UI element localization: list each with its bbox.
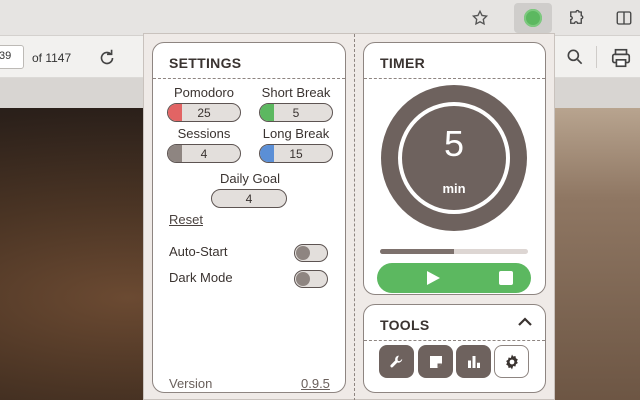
version-link[interactable]: 0.9.5: [301, 376, 330, 391]
long-break-input[interactable]: 15: [259, 144, 333, 163]
pomodoro-label: Pomodoro: [174, 85, 234, 100]
rotate-icon[interactable]: [96, 47, 118, 69]
sessions-value: 4: [200, 147, 208, 161]
stop-icon[interactable]: [499, 271, 513, 285]
short-break-label: Short Break: [261, 85, 331, 100]
timer-progress-fill: [380, 249, 454, 254]
timer-value: 5: [443, 123, 465, 164]
sessions-input[interactable]: 4: [167, 144, 241, 163]
dark-mode-label: Dark Mode: [169, 270, 233, 285]
wrench-icon[interactable]: [379, 345, 414, 378]
pomodoro-value: 25: [197, 106, 211, 120]
long-break-value: 15: [289, 147, 303, 161]
timer-title: TIMER: [380, 55, 426, 71]
split-view-icon[interactable]: [612, 6, 636, 30]
print-icon[interactable]: [610, 47, 632, 69]
bookmark-star-icon[interactable]: [468, 6, 492, 30]
note-icon[interactable]: [418, 345, 453, 378]
settings-header: SETTINGS: [153, 43, 345, 79]
timer-header: TIMER: [364, 43, 545, 79]
pomodoro-popup: SETTINGS Pomodoro 25 Short Break 5 Sessi…: [143, 33, 555, 400]
daily-goal-label: Daily Goal: [220, 171, 280, 186]
extension-icon: [524, 9, 542, 27]
play-icon[interactable]: [425, 270, 441, 286]
bar-chart-icon[interactable]: [456, 345, 491, 378]
timer-controls: [377, 263, 531, 293]
popup-divider: [354, 34, 355, 400]
version-label: Version: [169, 376, 213, 391]
search-icon[interactable]: [565, 47, 585, 67]
auto-start-toggle[interactable]: [294, 244, 328, 262]
dark-mode-toggle-knob: [296, 272, 310, 286]
auto-start-label: Auto-Start: [169, 244, 228, 259]
daily-goal-value: 4: [245, 192, 253, 206]
page-number-input[interactable]: 39: [0, 45, 24, 69]
pomodoro-extension-button[interactable]: [514, 3, 552, 33]
extensions-puzzle-icon[interactable]: [564, 6, 588, 30]
browser-toolbar: [0, 0, 640, 36]
reset-link[interactable]: Reset: [169, 212, 203, 227]
tools-header: TOOLS: [364, 305, 545, 341]
settings-panel: SETTINGS Pomodoro 25 Short Break 5 Sessi…: [152, 42, 346, 393]
daily-goal-input[interactable]: 4: [211, 189, 287, 208]
settings-title: SETTINGS: [169, 55, 242, 71]
timer-unit: min: [442, 181, 466, 196]
toolbar-divider: [596, 46, 597, 68]
timer-panel: TIMER 5 min: [363, 42, 546, 295]
timer-progress-bar: [380, 249, 528, 254]
long-break-label: Long Break: [262, 126, 330, 141]
timer-dial: 5 min: [381, 85, 527, 231]
chevron-up-icon[interactable]: [517, 314, 533, 330]
tools-panel: TOOLS: [363, 304, 546, 393]
tools-title: TOOLS: [380, 317, 430, 333]
short-break-value: 5: [292, 106, 300, 120]
page-total: of 1147: [32, 51, 72, 65]
pomodoro-input[interactable]: 25: [167, 103, 241, 122]
auto-start-toggle-knob: [296, 246, 310, 260]
sessions-label: Sessions: [177, 126, 231, 141]
gear-icon[interactable]: [494, 345, 529, 378]
short-break-input[interactable]: 5: [259, 103, 333, 122]
dark-mode-toggle[interactable]: [294, 270, 328, 288]
